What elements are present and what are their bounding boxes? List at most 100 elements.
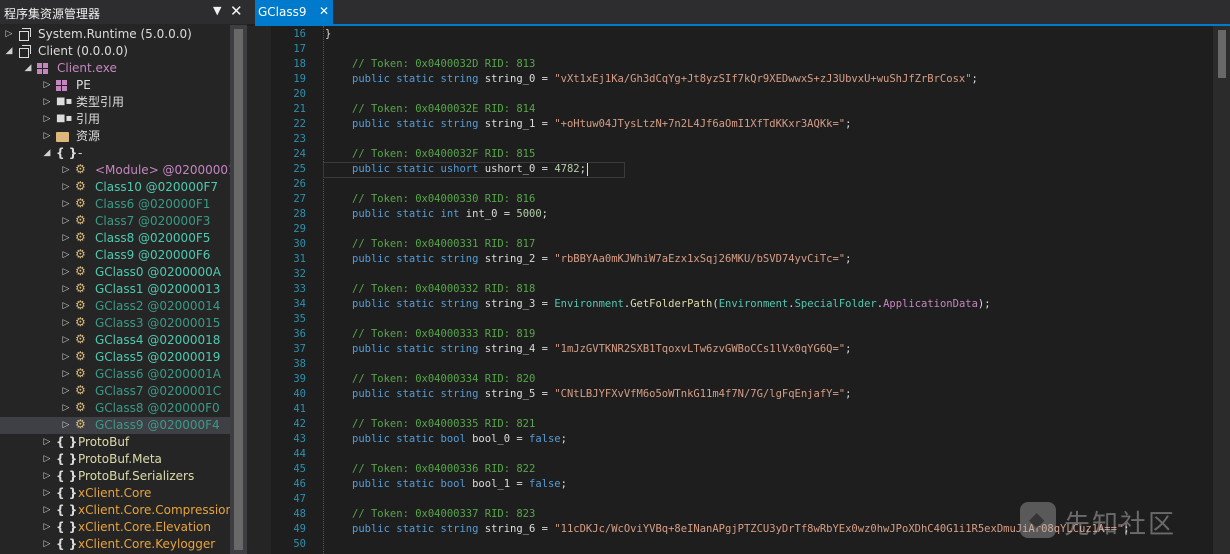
code-line[interactable]: 37 public static string string_4 = "1mJzG… [271,342,1211,357]
tree-item[interactable]: ▷ ⚙ <Module> @02000001 [0,162,230,179]
tree-item[interactable]: ▷ { } ProtoBuf.Serializers [0,468,230,485]
tree-item[interactable]: ▷ ⚙ Class8 @020000F5 [0,230,230,247]
code-line[interactable]: 32 [271,267,1211,282]
tree-item[interactable]: ▷ 类型引用 [0,93,230,111]
explorer-scrollbar-thumb[interactable] [234,29,243,550]
tree-expander-icon[interactable]: ▷ [42,536,52,553]
code-line[interactable]: 16} [271,27,1211,42]
code-line[interactable]: 29 [271,222,1211,237]
tree-expander-icon[interactable]: ▷ [61,366,71,383]
tree-expander-icon[interactable]: ▷ [61,264,71,281]
code-line[interactable]: 39 // Token: 0x04000334 RID: 820 [271,372,1211,387]
tree-expander-icon[interactable]: ▷ [61,281,71,298]
code-line[interactable]: 41 [271,402,1211,417]
tree-expander-icon[interactable]: ▷ [42,94,52,111]
tree-item[interactable]: ▷ 引用 [0,110,230,128]
tree-item[interactable]: ▷ ⚙ GClass5 @02000019 [0,349,230,366]
tree-expander-icon[interactable]: ▷ [61,196,71,213]
tab-gclass9[interactable]: GClass9 ✕ [255,0,333,24]
tree-expander-icon[interactable]: ▷ [61,162,71,179]
tree-item[interactable]: ▷ ⚙ GClass6 @0200001A [0,366,230,383]
panel-close-icon[interactable]: ✕ [230,2,243,20]
tree-item[interactable]: ▷ ⚙ Class9 @020000F6 [0,247,230,264]
code-line[interactable]: 45 // Token: 0x04000336 RID: 822 [271,462,1211,477]
tree-expander-icon[interactable]: ▷ [61,247,71,264]
code-line[interactable]: 30 // Token: 0x04000331 RID: 817 [271,237,1211,252]
code-line[interactable]: 35 [271,312,1211,327]
tree-item[interactable]: ▷ ⚙ GClass8 @020000F0 [0,400,230,417]
tree-expander-icon[interactable]: ▷ [42,451,52,468]
code-line[interactable]: 33 // Token: 0x04000332 RID: 818 [271,282,1211,297]
code-editor[interactable]: 16} 17 18// Token: 0x0400032D RID: 813 19 pu… [247,26,1230,554]
code-line[interactable]: 44 [271,447,1211,462]
tree-item[interactable]: ▷ { } xClient.Core [0,485,230,502]
tree-item[interactable]: ▷ ⚙ GClass1 @02000013 [0,281,230,298]
code-line[interactable]: 24 // Token: 0x0400032F RID: 815 [271,147,1211,162]
code-line[interactable]: 36 // Token: 0x04000333 RID: 819 [271,327,1211,342]
tree-expander-icon[interactable]: ▷ [42,111,52,128]
code-line[interactable]: 27 // Token: 0x04000330 RID: 816 [271,192,1211,207]
tree-item[interactable]: ▷ { } xClient.Core.Elevation [0,519,230,536]
code-line[interactable]: 21 // Token: 0x0400032E RID: 814 [271,102,1211,117]
tree-item[interactable]: ▷ { } xClient.Core.Keylogger [0,536,230,553]
tree-expander-icon[interactable]: ▷ [4,26,14,43]
tree-expander-icon[interactable]: ◢ [4,43,14,60]
tree-expander-icon[interactable]: ▷ [61,213,71,230]
tree-expander-icon[interactable]: ▷ [61,383,71,400]
tree-item[interactable]: ▷ { } ProtoBuf.Meta [0,451,230,468]
tree-expander-icon[interactable]: ▷ [61,400,71,417]
code-line[interactable]: 38 [271,357,1211,372]
tree-item[interactable]: ▷ ⚙ GClass4 @02000018 [0,332,230,349]
tree-item[interactable]: ▷ ⚙ GClass2 @02000014 [0,298,230,315]
tree-item[interactable]: ▷ ⚙ Class10 @020000F7 [0,179,230,196]
tree-item[interactable]: ▷ PE [0,77,230,94]
tree-item[interactable]: ◢ Client.exe [0,60,230,77]
tree-expander-icon[interactable]: ▷ [42,434,52,451]
tree-expander-icon[interactable]: ▷ [61,230,71,247]
tree-expander-icon[interactable]: ▷ [61,332,71,349]
tree-expander-icon[interactable]: ▷ [61,179,71,196]
code-line[interactable]: 43 public static bool bool_0 = false; [271,432,1211,447]
tree-item[interactable]: ◢ Client (0.0.0.0) [0,43,230,60]
tree-expander-icon[interactable]: ◢ [23,60,33,77]
code-line[interactable]: 46 public static bool bool_1 = false; [271,477,1211,492]
tree-expander-icon[interactable]: ▷ [61,315,71,332]
editor-scrollbar[interactable] [1213,26,1230,554]
tree-expander-icon[interactable]: ▷ [42,502,52,519]
tree-item[interactable]: ▷ { } ProtoBuf [0,434,230,451]
code-line[interactable]: 42 // Token: 0x04000335 RID: 821 [271,417,1211,432]
code-line[interactable]: 19 public static string string_0 = "vXt1x… [271,72,1211,87]
tree-expander-icon[interactable]: ▷ [42,485,52,502]
tree-expander-icon[interactable]: ▷ [61,417,71,434]
code-line[interactable]: 28 public static int int_0 = 5000; [271,207,1211,222]
code-line[interactable]: 22 public static string string_1 = "+oHtu… [271,117,1211,132]
tree-item[interactable]: ▷ ⚙ Class7 @020000F3 [0,213,230,230]
tree-item[interactable]: ▷ ⚙ GClass9 @020000F4 [0,417,230,434]
tree-item[interactable]: ▷ ⚙ GClass7 @0200001C [0,383,230,400]
tree-expander-icon[interactable]: ▷ [42,519,52,536]
tree-expander-icon[interactable]: ▷ [42,468,52,485]
code-line[interactable]: 40 public static string string_5 = "CNtLB… [271,387,1211,402]
code-line[interactable]: 23 [271,132,1211,147]
code-line[interactable]: 34 public static string string_3 = Enviro… [271,297,1211,312]
code-line[interactable]: 17 [271,42,1211,57]
tree-expander-icon[interactable]: ◢ [42,145,52,162]
code-line[interactable]: 18 // Token: 0x0400032D RID: 813 [271,57,1211,72]
explorer-scrollbar[interactable] [230,25,247,554]
tree-item[interactable]: ◢ { } - [0,145,230,162]
code-line[interactable]: 25 public static ushort ushort_0 = 4782; [271,162,1211,178]
tree-item[interactable]: ▷ { } xClient.Core.Compression [0,502,230,519]
code-line[interactable]: 31 public static string string_2 = "rbBBY… [271,252,1211,267]
tree-expander-icon[interactable]: ▷ [42,128,52,145]
tree-item[interactable]: ▷ System.Runtime (5.0.0.0) [0,26,230,43]
tree-item[interactable]: ▷ ⚙ Class6 @020000F1 [0,196,230,213]
code-line[interactable]: 20 [271,87,1211,102]
tree-expander-icon[interactable]: ▷ [42,77,52,94]
tree-expander-icon[interactable]: ▷ [61,349,71,366]
editor-scrollbar-thumb[interactable] [1218,30,1226,78]
code-line[interactable]: 26 [271,177,1211,192]
tree-expander-icon[interactable]: ▷ [61,298,71,315]
tree-item[interactable]: ▷ ⚙ GClass3 @02000015 [0,315,230,332]
panel-dropdown-icon[interactable]: ▼ [213,4,221,17]
tree-item[interactable]: ▷ ⚙ GClass0 @0200000A [0,264,230,281]
